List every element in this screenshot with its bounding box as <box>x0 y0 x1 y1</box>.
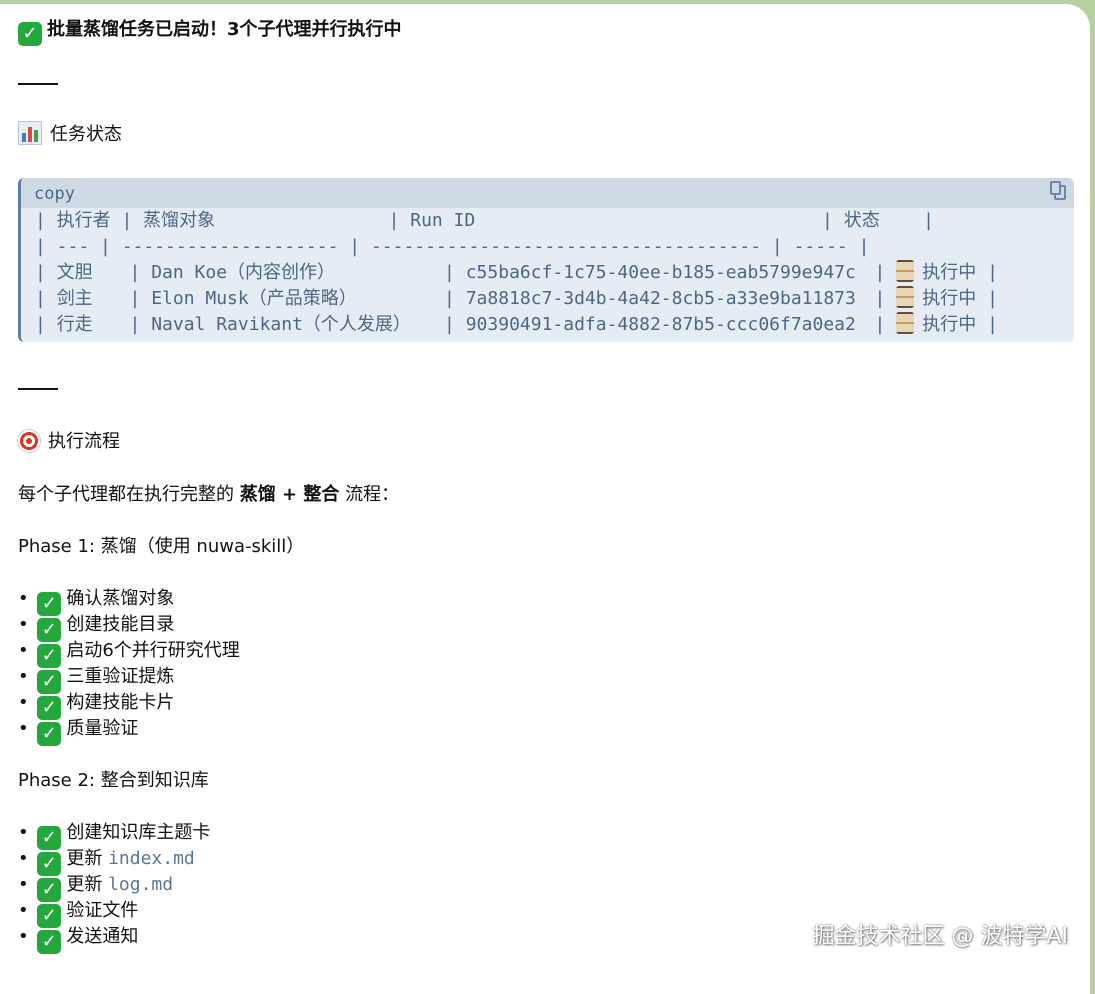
phase-1-item: • ✓ 质量验证 <box>18 718 139 746</box>
hourglass-icon <box>896 312 915 334</box>
divider <box>18 83 58 85</box>
message-title: ✓ 批量蒸馏任务已启动！3个子代理并行执行中 <box>18 17 402 46</box>
bar-chart-icon <box>18 121 42 145</box>
watermark: 掘金技术社区 @ 波特学AI <box>812 924 1068 949</box>
table-row: | 剑主 | Elon Musk（产品策略） | 7a8818c7-3d4b-4… <box>35 286 998 309</box>
table-row: | 行走 | Naval Ravikant（个人发展） | 90390491-a… <box>35 312 998 335</box>
status-code-block: copy | 执行者 | 蒸馏对象 | Run ID | 状态 | | --- … <box>18 178 1074 342</box>
copy-icon[interactable] <box>1050 181 1066 200</box>
hourglass-icon <box>896 286 915 308</box>
check-mark-button-icon: ✓ <box>18 22 42 46</box>
divider <box>18 388 58 390</box>
table-separator-row: | --- | -------------------- | ---------… <box>35 236 870 257</box>
direct-hit-target-icon <box>18 430 40 452</box>
table-row: | 文胆 | Dan Koe（内容创作） | c55ba6cf-1c75-40e… <box>35 260 998 283</box>
hourglass-icon <box>896 260 915 282</box>
check-mark-button-icon: ✓ <box>37 930 62 954</box>
phase-2-title: Phase 2: 整合到知识库 <box>18 770 209 791</box>
flow-heading: 执行流程 <box>18 429 120 455</box>
code-block-header: copy <box>21 178 1074 208</box>
message-bubble: ✓ 批量蒸馏任务已启动！3个子代理并行执行中 任务状态 copy | 执行者 | … <box>0 4 1090 994</box>
status-heading: 任务状态 <box>18 121 122 148</box>
table-header-row: | 执行者 | 蒸馏对象 | Run ID | 状态 | <box>35 210 934 231</box>
flow-intro: 每个子代理都在执行完整的 蒸馏 + 整合 流程： <box>18 484 400 505</box>
phase-1-title: Phase 1: 蒸馏（使用 nuwa-skill） <box>18 536 305 557</box>
check-mark-button-icon: ✓ <box>37 722 62 746</box>
phase-2-item: • ✓ 发送通知 <box>18 926 139 954</box>
